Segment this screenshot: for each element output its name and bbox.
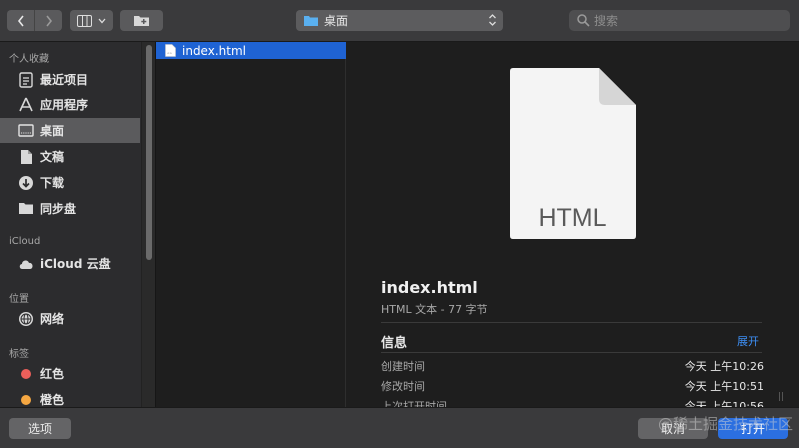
sidebar-item-label: 桌面 [40, 124, 65, 138]
sidebar-item-label: 红色 [40, 367, 65, 381]
folder-icon [17, 200, 35, 218]
sidebar-item-label: 文稿 [40, 150, 65, 164]
info-key-modified: 修改时间 [381, 380, 425, 393]
chevron-down-icon [98, 18, 106, 23]
sidebar-section-tags: 标签 [9, 349, 29, 360]
doc-type-label: HTML [538, 204, 607, 232]
sidebar-item-documents[interactable]: 文稿 [0, 144, 140, 169]
sidebar-item-applications[interactable]: 应用程序 [0, 92, 140, 117]
preview-pane: HTML index.html HTML 文本 - 77 字节 信息 展开 创建… [347, 42, 799, 407]
column-resize-handle[interactable]: || [778, 392, 784, 402]
sidebar-item-label: 最近项目 [40, 73, 89, 87]
sidebar-item-label: iCloud 云盘 [40, 257, 111, 271]
chevron-right-icon [45, 15, 52, 26]
divider [381, 352, 762, 353]
chevron-left-icon [17, 15, 24, 26]
sidebar: 个人收藏 最近项目 应用程序 桌面 文稿 下载 同步盘 iCloud iClou… [0, 42, 156, 407]
divider [381, 322, 762, 323]
expand-link[interactable]: 展开 [737, 333, 759, 349]
search-icon [577, 14, 590, 27]
view-mode-button[interactable] [70, 10, 113, 31]
file-name: index.html [182, 43, 246, 58]
sidebar-item-tag-orange[interactable]: 橙色 [0, 387, 140, 407]
watermark: @稀土掘金技术社区 [657, 415, 793, 433]
forward-button[interactable] [34, 10, 62, 31]
search-input[interactable] [594, 13, 774, 28]
recents-icon [17, 71, 35, 89]
svg-text:<>: <> [167, 51, 173, 55]
sidebar-item-icloud-drive[interactable]: iCloud 云盘 [0, 251, 140, 276]
documents-icon [17, 148, 35, 166]
back-button[interactable] [7, 10, 34, 31]
preview-file-name: index.html [381, 278, 478, 297]
tag-orange-dot [21, 394, 31, 405]
location-label: 桌面 [324, 14, 349, 28]
sidebar-section-icloud: iCloud [9, 236, 41, 247]
search-field[interactable] [569, 10, 790, 31]
sidebar-item-tag-red[interactable]: 红色 [0, 361, 140, 386]
info-heading: 信息 [381, 336, 408, 351]
scrollbar-thumb[interactable] [146, 45, 152, 260]
info-value-last-opened: 今天 上午10:56 [684, 400, 764, 407]
info-value-modified: 今天 上午10:51 [684, 380, 764, 393]
new-folder-button[interactable] [120, 10, 163, 31]
downloads-icon [17, 174, 35, 192]
desktop-icon [17, 122, 35, 140]
sidebar-scrollbar[interactable] [141, 42, 155, 407]
applications-icon [17, 96, 35, 114]
cloud-icon [17, 255, 35, 273]
sidebar-item-recents[interactable]: 最近项目 [0, 67, 140, 92]
html-file-icon: <> [165, 44, 176, 57]
info-value-created: 今天 上午10:26 [684, 360, 764, 373]
info-key-created: 创建时间 [381, 360, 425, 373]
new-folder-icon [134, 16, 149, 26]
bottom-bar: 选项 取消 打开 @稀土掘金技术社区 [0, 407, 799, 448]
toolbar: 桌面 [0, 0, 799, 42]
location-popup[interactable]: 桌面 [296, 10, 503, 31]
column-view-icon [77, 14, 92, 27]
sidebar-item-label: 同步盘 [40, 202, 77, 216]
sidebar-item-network[interactable]: 网络 [0, 306, 140, 331]
sidebar-item-sync-folder[interactable]: 同步盘 [0, 196, 140, 221]
sidebar-item-label: 应用程序 [40, 98, 89, 112]
preview-file-type: HTML 文本 - 77 字节 [381, 303, 488, 316]
file-row[interactable]: <> index.html [156, 42, 346, 59]
sidebar-section-locations: 位置 [9, 294, 29, 305]
nav-buttons [7, 10, 62, 31]
sidebar-item-label: 下载 [40, 176, 65, 190]
sidebar-item-downloads[interactable]: 下载 [0, 170, 140, 195]
sidebar-item-desktop[interactable]: 桌面 [0, 118, 140, 143]
sidebar-section-favorites: 个人收藏 [9, 54, 49, 65]
info-key-last-opened: 上次打开时间 [381, 400, 447, 407]
updown-chevron-icon [489, 14, 496, 26]
file-column: <> index.html [156, 42, 346, 407]
sidebar-item-label: 橙色 [40, 393, 65, 407]
folder-icon [304, 16, 318, 26]
sidebar-item-label: 网络 [40, 312, 65, 326]
tag-red-dot [21, 368, 31, 379]
network-icon [17, 310, 35, 328]
options-button[interactable]: 选项 [9, 418, 71, 439]
